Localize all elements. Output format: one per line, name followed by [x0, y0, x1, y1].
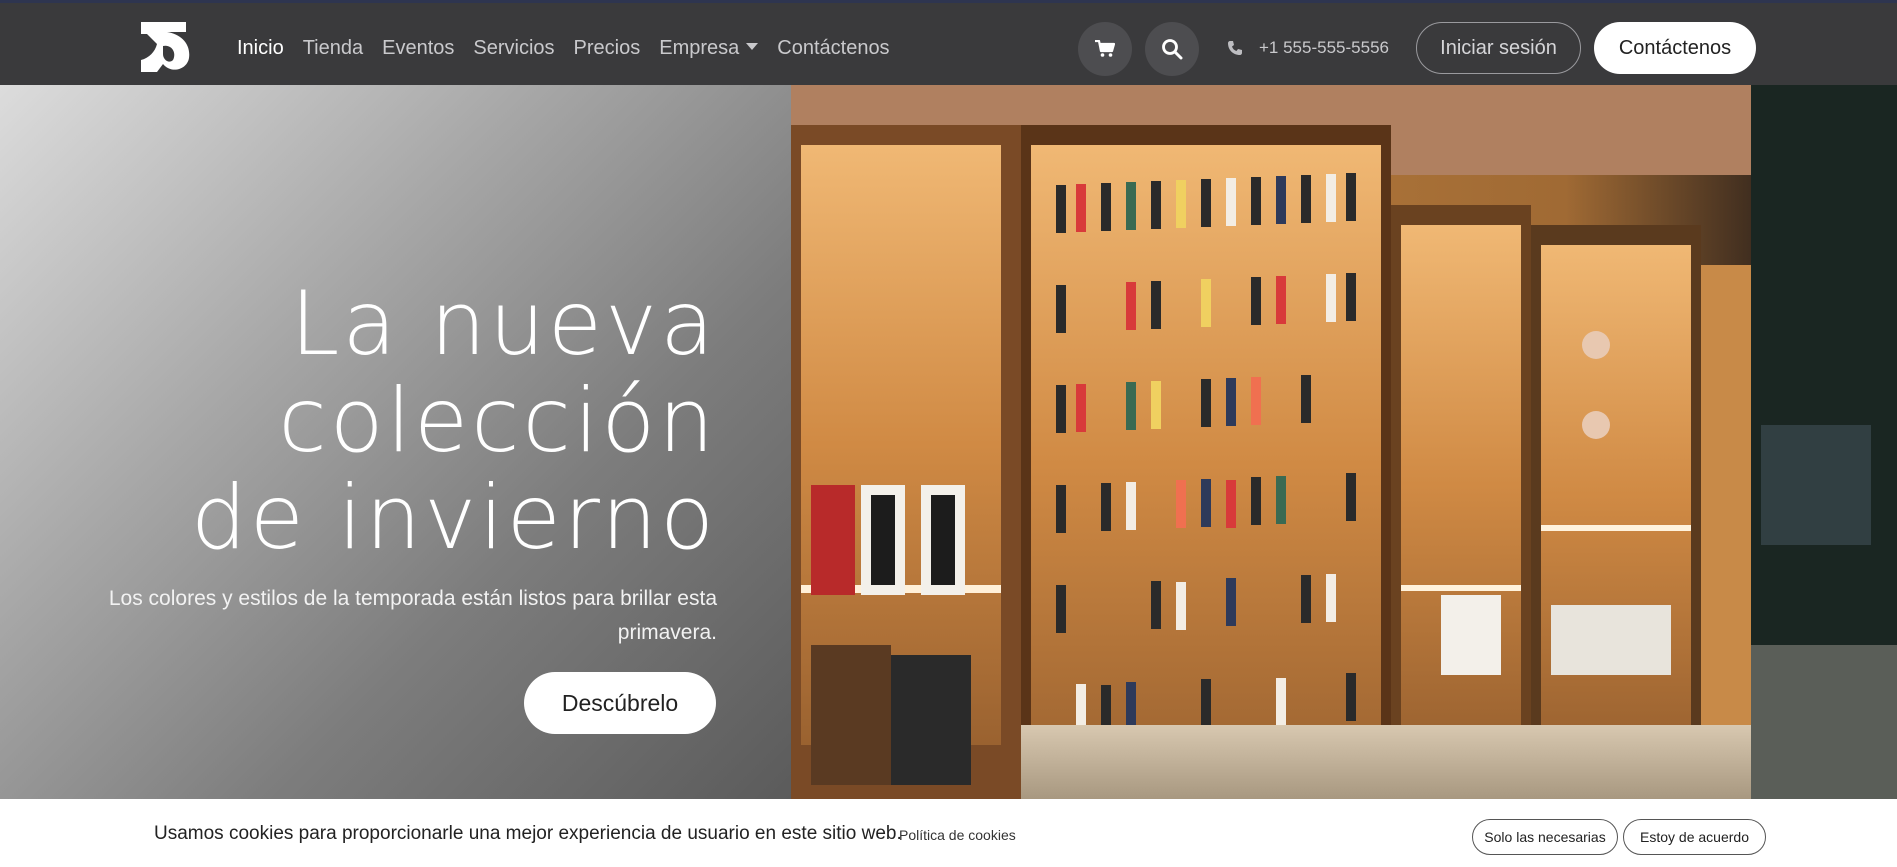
login-button[interactable]: Iniciar sesión: [1416, 22, 1581, 74]
hero-section: La nueva colección de invierno Los color…: [0, 85, 1897, 799]
agree-button[interactable]: Estoy de acuerdo: [1623, 819, 1766, 855]
nav-empresa-label: Empresa: [659, 36, 740, 59]
search-icon: [1162, 39, 1183, 60]
brand-logo[interactable]: [141, 22, 191, 72]
cookie-policy-link[interactable]: Política de cookies: [899, 827, 1016, 843]
hero-title: La nueva colección de invierno: [17, 275, 717, 566]
phone-icon: [1228, 41, 1242, 55]
nav-eventos[interactable]: Eventos: [382, 37, 454, 60]
cookie-message: Usamos cookies para proporcionarle una m…: [154, 823, 902, 844]
hero-text-panel: La nueva colección de invierno Los color…: [0, 85, 791, 799]
nav-precios[interactable]: Precios: [574, 37, 641, 60]
phone-number: +1 555-555-5556: [1259, 38, 1389, 57]
nav-empresa-dropdown[interactable]: Empresa: [659, 36, 759, 60]
caret-down-icon: [746, 42, 759, 50]
nav-contactenos[interactable]: Contáctenos: [777, 37, 889, 60]
main-nav: Inicio Tienda Eventos Servicios Precios …: [237, 30, 909, 66]
store-display-image: [791, 85, 1897, 799]
nav-inicio[interactable]: Inicio: [237, 37, 284, 60]
phone-link[interactable]: +1 555-555-5556: [1227, 36, 1389, 60]
nav-tienda[interactable]: Tienda: [303, 37, 363, 60]
store-shelves-illustration: [791, 85, 1897, 799]
discover-button[interactable]: Descúbrelo: [524, 672, 716, 734]
cookie-banner: Usamos cookies para proporcionarle una m…: [0, 799, 1897, 867]
search-button[interactable]: [1145, 22, 1199, 76]
top-navbar: Inicio Tienda Eventos Servicios Precios …: [0, 0, 1897, 85]
hero-title-line-3: de invierno: [190, 466, 717, 569]
hero-title-line-1: La nueva: [290, 272, 717, 375]
cart-icon: [1095, 40, 1115, 57]
contact-button[interactable]: Contáctenos: [1594, 22, 1756, 74]
hero-title-line-2: colección: [278, 369, 717, 472]
nav-servicios[interactable]: Servicios: [473, 37, 554, 60]
hero-subtitle: Los colores y estilos de la temporada es…: [108, 587, 717, 644]
cart-button[interactable]: [1078, 22, 1132, 76]
necessary-only-button[interactable]: Solo las necesarias: [1472, 819, 1618, 855]
